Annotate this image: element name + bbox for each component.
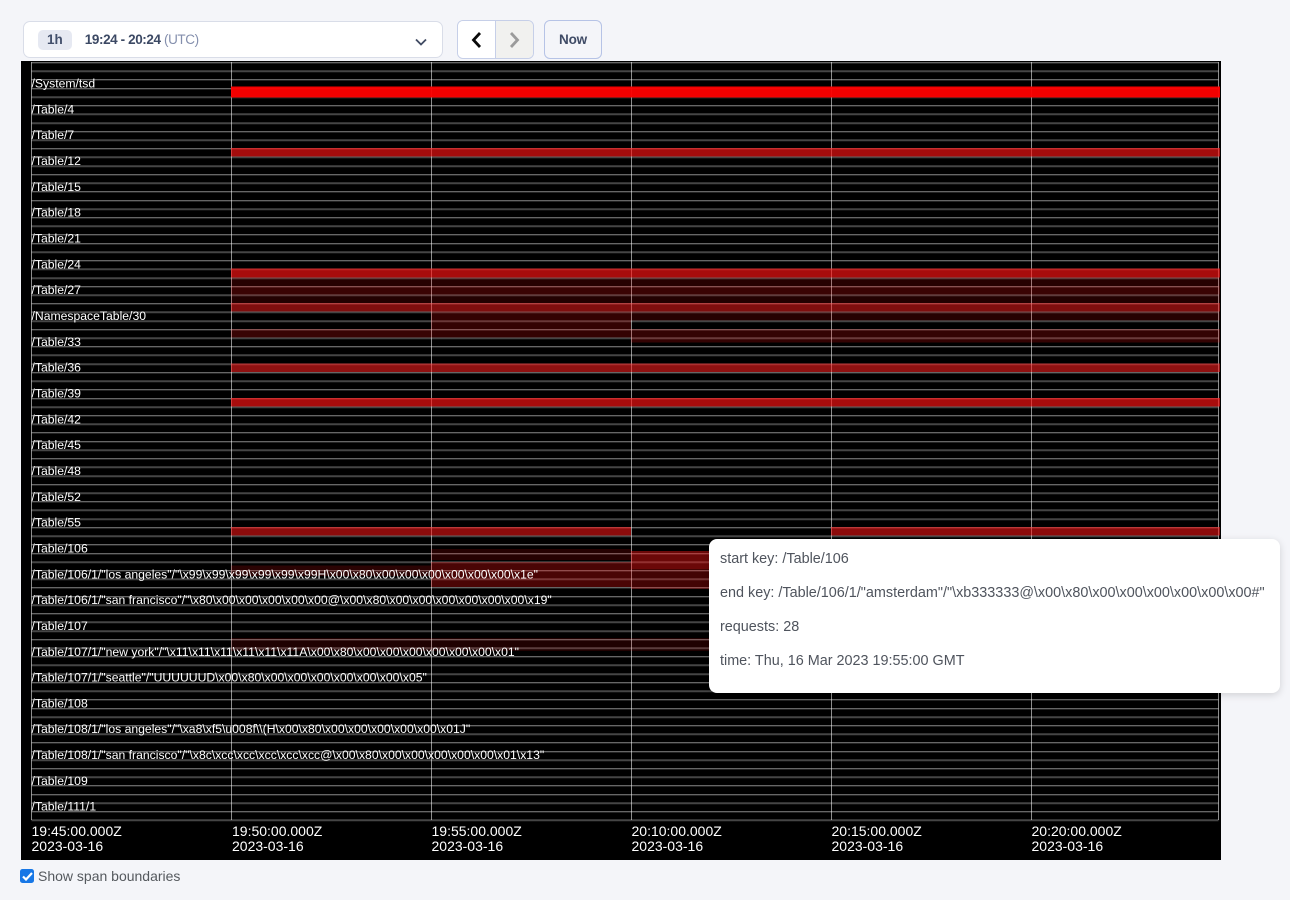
svg-text:/Table/108: /Table/108	[32, 696, 88, 710]
svg-text:/Table/21: /Table/21	[32, 232, 82, 246]
svg-text:2023-03-16: 2023-03-16	[432, 838, 504, 854]
svg-text:/Table/39: /Table/39	[32, 387, 82, 401]
svg-text:/Table/18: /Table/18	[32, 206, 82, 220]
svg-text:/Table/106: /Table/106	[32, 541, 88, 555]
svg-text:/Table/107/1/"seattle"/"UUUUUU: /Table/107/1/"seattle"/"UUUUUUD\x00\x80\…	[32, 671, 427, 685]
svg-text:/Table/27: /Table/27	[32, 283, 82, 297]
svg-text:/Table/108/1/"san francisco"/": /Table/108/1/"san francisco"/"\x8c\xcc\x…	[32, 748, 545, 762]
svg-text:/Table/55: /Table/55	[32, 516, 82, 530]
svg-text:/Table/108/1/"los angeles"/"\x: /Table/108/1/"los angeles"/"\xa8\xf5\u00…	[32, 722, 471, 736]
svg-text:/Table/7: /Table/7	[32, 128, 75, 142]
svg-text:/Table/36: /Table/36	[32, 361, 82, 375]
svg-text:/NamespaceTable/30: /NamespaceTable/30	[32, 309, 147, 323]
svg-text:/Table/107/1/"new york"/"\x11\: /Table/107/1/"new york"/"\x11\x11\x11\x1…	[32, 645, 520, 659]
svg-text:/Table/42: /Table/42	[32, 412, 82, 426]
svg-text:/Table/45: /Table/45	[32, 438, 82, 452]
svg-text:/Table/4: /Table/4	[32, 102, 75, 116]
svg-text:19:55:00.000Z: 19:55:00.000Z	[432, 823, 523, 839]
svg-text:19:45:00.000Z: 19:45:00.000Z	[32, 823, 123, 839]
svg-text:/Table/111/1: /Table/111/1	[32, 800, 97, 814]
svg-text:/Table/15: /Table/15	[32, 180, 82, 194]
svg-text:20:20:00.000Z: 20:20:00.000Z	[1032, 823, 1123, 839]
svg-text:/Table/48: /Table/48	[32, 464, 82, 478]
svg-text:2023-03-16: 2023-03-16	[832, 838, 904, 854]
svg-text:19:50:00.000Z: 19:50:00.000Z	[232, 823, 323, 839]
svg-text:/Table/106/1/"san francisco"/": /Table/106/1/"san francisco"/"\x80\x00\x…	[32, 593, 552, 607]
svg-text:2023-03-16: 2023-03-16	[32, 838, 104, 854]
svg-text:2023-03-16: 2023-03-16	[232, 838, 304, 854]
svg-text:/Table/106/1/"los angeles"/"\x: /Table/106/1/"los angeles"/"\x99\x99\x99…	[32, 567, 538, 581]
svg-text:20:10:00.000Z: 20:10:00.000Z	[632, 823, 723, 839]
svg-text:2023-03-16: 2023-03-16	[632, 838, 704, 854]
svg-text:/Table/12: /Table/12	[32, 154, 82, 168]
svg-text:/System/tsd: /System/tsd	[32, 77, 96, 91]
svg-text:20:15:00.000Z: 20:15:00.000Z	[832, 823, 923, 839]
svg-text:/Table/52: /Table/52	[32, 490, 82, 504]
svg-text:2023-03-16: 2023-03-16	[1032, 838, 1104, 854]
svg-text:/Table/109: /Table/109	[32, 774, 88, 788]
svg-text:/Table/33: /Table/33	[32, 335, 82, 349]
svg-text:/Table/24: /Table/24	[32, 257, 82, 271]
svg-text:/Table/107: /Table/107	[32, 619, 88, 633]
